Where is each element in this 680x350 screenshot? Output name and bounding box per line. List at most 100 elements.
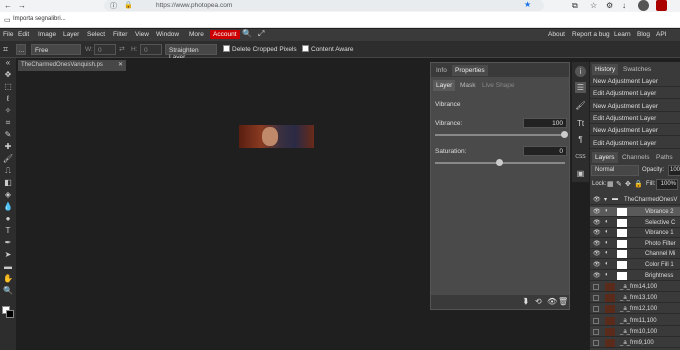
frame-layer-row[interactable]: _a_frm9,100 — [590, 338, 680, 348]
lock-transparency-icon[interactable]: ▦ — [607, 180, 614, 188]
tab-layers[interactable]: Layers — [592, 152, 618, 163]
menu-filter[interactable]: Filter — [113, 31, 127, 38]
saturation-input[interactable]: 0 — [523, 146, 567, 156]
shape-tool-icon[interactable]: ▬ — [2, 262, 14, 272]
brush-tool-icon[interactable]: 🖌 — [2, 154, 14, 164]
vibrance-input[interactable]: 100 — [523, 118, 567, 128]
history-item[interactable]: Edit Adjustment Layer — [590, 88, 680, 100]
adjustment-layer-row[interactable]: 👁 ◐ Photo Filter — [590, 239, 680, 249]
url-text[interactable]: https://www.photopea.com — [156, 2, 232, 9]
css-panel-icon[interactable]: CSS — [575, 152, 586, 163]
crop-tool-icon[interactable]: ⌗ — [3, 44, 8, 55]
tab-paths[interactable]: Paths — [653, 152, 676, 163]
lasso-tool-icon[interactable]: ℓ — [2, 94, 14, 104]
layer-group-row[interactable]: 👁 ▾ ▬ TheCharmedOnesV — [590, 195, 680, 205]
lock-position-icon[interactable]: ✥ — [625, 180, 631, 188]
document-tab[interactable]: TheCharmedOnesVanquish.ps ✕ — [18, 60, 126, 71]
visibility-toggle[interactable] — [593, 306, 599, 313]
fullscreen-icon[interactable]: ⤢ — [258, 29, 264, 39]
zoom-tool-icon[interactable]: 🔍 — [2, 286, 14, 296]
extension-badge-icon[interactable] — [656, 0, 667, 11]
menu-view[interactable]: View — [135, 31, 149, 38]
subtab-live-shape[interactable]: Live Shape — [479, 80, 518, 91]
info-icon[interactable]: ⓘ — [110, 1, 117, 11]
menu-layer[interactable]: Layer — [63, 31, 79, 38]
visibility-eye-icon[interactable]: 👁 — [593, 208, 601, 215]
paint-bucket-icon[interactable]: ◈ — [2, 190, 14, 200]
collapse-icon[interactable]: « — [2, 58, 14, 68]
content-aware-checkbox[interactable] — [302, 45, 309, 52]
opacity-input[interactable]: 100 — [668, 165, 680, 176]
menu-api[interactable]: API — [656, 31, 666, 38]
paragraph-panel-icon[interactable]: ¶ — [575, 134, 586, 145]
visibility-toggle[interactable] — [593, 284, 599, 290]
tab-history[interactable]: History — [592, 64, 619, 75]
history-item[interactable]: New Adjustment Layer — [590, 100, 680, 112]
tab-swatches[interactable]: Swatches — [620, 64, 654, 75]
eraser-tool-icon[interactable]: ◧ — [2, 178, 14, 188]
lock-icon[interactable]: 🔒 — [124, 1, 133, 9]
downloads-icon[interactable]: ↓ — [622, 1, 626, 10]
dodge-tool-icon[interactable]: ● — [2, 214, 14, 224]
adjustment-layer-row[interactable]: 👁 ◐ Brightness — [590, 271, 680, 281]
menu-about[interactable]: About — [548, 31, 565, 38]
visibility-toggle[interactable] — [593, 295, 599, 302]
menu-select[interactable]: Select — [87, 31, 105, 38]
menu-window[interactable]: Window — [156, 31, 179, 38]
eyedropper-tool-icon[interactable]: ✎ — [2, 130, 14, 140]
group-chevron-icon[interactable]: ▾ — [604, 196, 607, 203]
adjustment-layer-row[interactable]: 👁 ◐ Selective C — [590, 218, 680, 228]
crop-tool-icon-active[interactable]: ⌗ — [2, 118, 14, 128]
character-panel-icon[interactable]: Tt — [575, 118, 586, 129]
straighten-layer-button[interactable]: Straighten Layer — [165, 44, 217, 61]
extensions-icon[interactable]: ⚙ — [606, 1, 613, 10]
tab-channels[interactable]: Channels — [619, 152, 652, 163]
search-icon[interactable]: 🔍 — [242, 29, 252, 38]
info-panel-icon[interactable]: i — [575, 66, 586, 77]
options-menu-button[interactable]: … — [16, 44, 26, 55]
canvas-area[interactable] — [16, 72, 428, 350]
type-tool-icon[interactable]: T — [2, 226, 14, 236]
path-select-icon[interactable]: ➤ — [2, 250, 14, 260]
fill-input[interactable]: 100% — [656, 179, 678, 190]
frame-layer-row[interactable]: _a_frm11,100 — [590, 316, 680, 326]
visibility-eye-icon[interactable]: 👁 — [593, 250, 601, 257]
hand-tool-icon[interactable]: ✋ — [2, 274, 14, 284]
menu-learn[interactable]: Learn — [614, 31, 631, 38]
frame-layer-row[interactable]: _a_frm10,100 — [590, 327, 680, 337]
adjustment-layer-row[interactable]: 👁 ◐ Color Fill 1 — [590, 260, 680, 270]
frame-layer-row[interactable]: _a_frm13,100 — [590, 293, 680, 304]
blend-mode-select[interactable]: Normal — [591, 165, 639, 176]
blur-tool-icon[interactable]: 💧 — [2, 202, 14, 212]
magic-wand-icon[interactable]: ✧ — [2, 106, 14, 116]
mask-thumbnail[interactable] — [617, 218, 627, 227]
history-item[interactable]: New Adjustment Layer — [590, 76, 680, 87]
visibility-eye-icon[interactable]: 👁 — [593, 240, 601, 247]
menu-file[interactable]: File — [3, 31, 13, 38]
bookmark-star-icon[interactable]: ★ — [524, 0, 531, 9]
menu-report-bug[interactable]: Report a bug — [572, 31, 610, 38]
mask-thumbnail[interactable] — [617, 261, 627, 269]
image-panel-icon[interactable]: ▣ — [575, 168, 586, 179]
tab-info[interactable]: Info — [433, 65, 450, 76]
brush-panel-icon[interactable]: 🖌 — [575, 100, 586, 111]
visibility-eye-icon[interactable]: 👁 — [593, 272, 601, 279]
visibility-eye-icon[interactable]: 👁 — [593, 196, 601, 203]
import-bookmarks-link[interactable]: Importa segnalibri... — [13, 16, 66, 22]
account-button[interactable]: Account — [210, 30, 240, 39]
delete-icon[interactable]: 🗑 — [558, 297, 568, 306]
close-tab-icon[interactable]: ✕ — [118, 61, 123, 68]
move-tool-icon[interactable]: ✥ — [2, 70, 14, 80]
collections-icon[interactable]: ⧉ — [572, 1, 578, 11]
menu-edit[interactable]: Edit — [18, 31, 29, 38]
visibility-toggle[interactable] — [593, 340, 599, 346]
mask-thumbnail[interactable] — [617, 229, 627, 238]
lock-all-icon[interactable]: 🔒 — [634, 180, 643, 188]
adjustment-layer-row[interactable]: 👁 ◐ Vibrance 2 — [590, 207, 680, 217]
visibility-eye-icon[interactable]: 👁 — [593, 261, 601, 268]
background-color-swatch[interactable] — [6, 310, 14, 318]
tab-properties[interactable]: Properties — [452, 65, 488, 76]
menu-more[interactable]: More — [189, 31, 204, 38]
saturation-slider-knob[interactable] — [496, 159, 503, 166]
subtab-mask[interactable]: Mask — [457, 80, 479, 91]
